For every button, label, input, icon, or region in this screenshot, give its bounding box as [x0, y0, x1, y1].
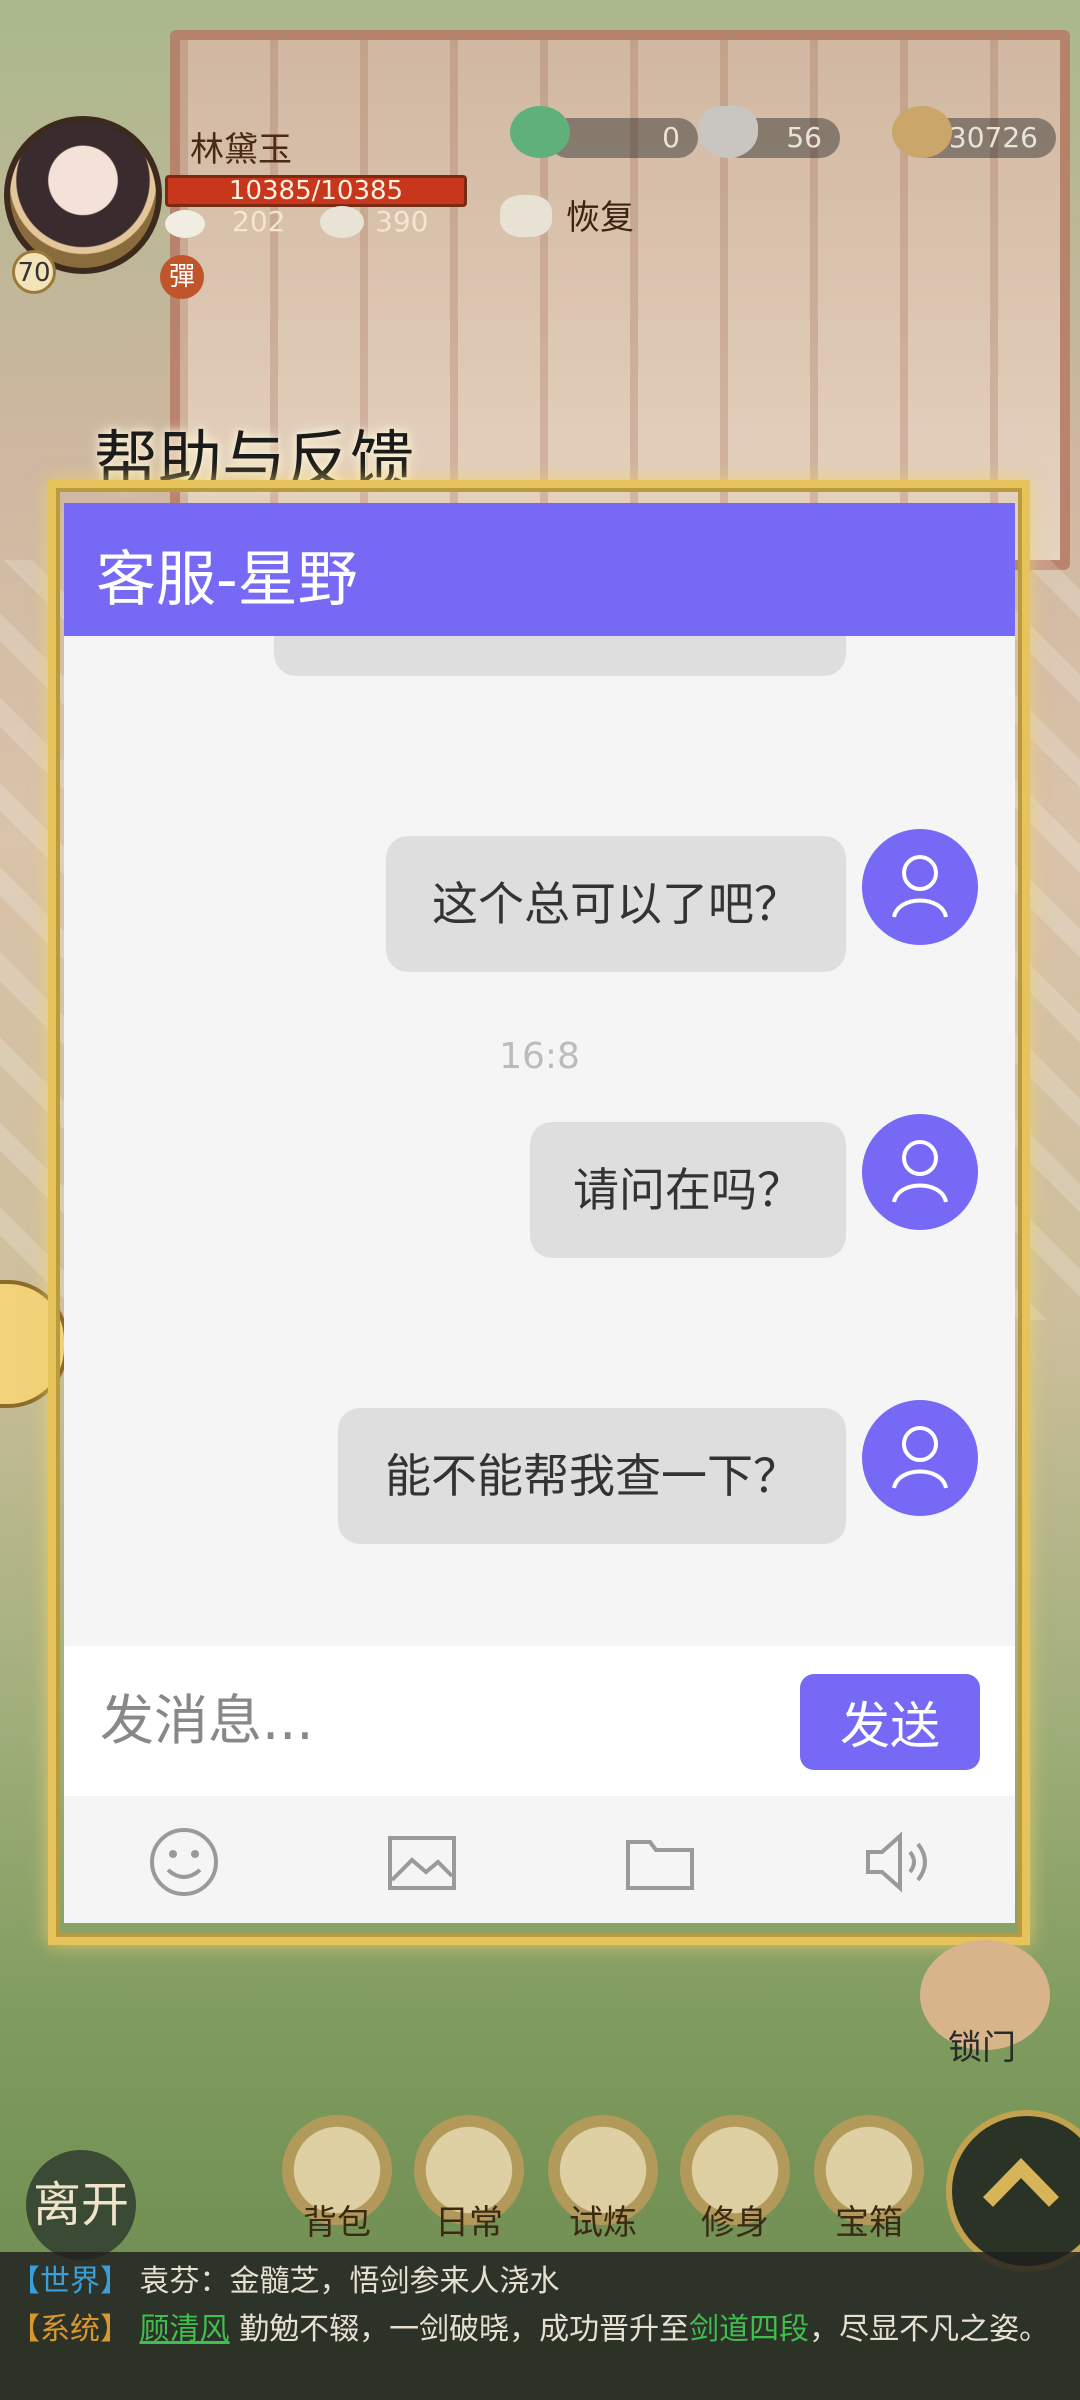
- seal-badge[interactable]: 彈: [160, 255, 204, 299]
- log-line-world: 【世界】 袁芬：金髓芝，悟剑参来人浇水: [10, 2258, 1070, 2306]
- log-text: 勤勉不辍，一剑破晓，成功晋升至: [239, 2312, 690, 2347]
- smile-icon[interactable]: [144, 1822, 224, 1902]
- user-avatar-icon: [862, 1114, 978, 1230]
- message-bubble[interactable]: 这个总可以了吧？: [386, 836, 846, 972]
- user-avatar-icon: [862, 1400, 978, 1516]
- chat-messages[interactable]: 这个总可以了吧？ 16:8 请问在吗？ 能不能帮我查一下？: [64, 636, 1015, 1646]
- message-input-bar: 发送: [64, 1646, 1015, 1796]
- lock-door-label[interactable]: 锁门: [948, 2020, 1016, 2069]
- stat-2-value: 390: [375, 205, 429, 238]
- treasure-box-button-label[interactable]: 宝箱: [814, 2195, 924, 2244]
- player-name: 林黛玉: [190, 130, 292, 170]
- message-bubble[interactable]: 能不能帮我查一下？: [338, 1408, 846, 1544]
- message-bubble[interactable]: 请问在吗？: [530, 1122, 846, 1258]
- log-channel-system: 【系统】: [10, 2312, 130, 2347]
- chat-header-title: 客服-星野: [96, 545, 358, 615]
- chevron-up-icon: [982, 2157, 1060, 2207]
- restore-label[interactable]: 恢复: [566, 190, 634, 239]
- send-button[interactable]: 发送: [800, 1674, 980, 1770]
- chat-header: 客服-星野: [64, 503, 1015, 636]
- trial-button-label[interactable]: 试炼: [548, 2195, 658, 2244]
- stat-1-value: 202: [232, 205, 286, 238]
- message-input[interactable]: [98, 1674, 802, 1766]
- message-timestamp: 16:8: [499, 1036, 580, 1077]
- log-player-name[interactable]: 顾清风: [140, 2312, 230, 2347]
- silver-ingot-icon: [698, 106, 758, 158]
- chat-log[interactable]: 【世界】 袁芬：金髓芝，悟剑参来人浇水 【系统】 顾清风 勤勉不辍，一剑破晓，成…: [0, 2252, 1080, 2400]
- speaker-icon[interactable]: [858, 1822, 938, 1902]
- daily-button-label[interactable]: 日常: [414, 2195, 524, 2244]
- message-bubble-partial: [274, 636, 846, 676]
- log-line-system: 【系统】 顾清风 勤勉不辍，一剑破晓，成功晋升至剑道四段，尽显不凡之姿。: [10, 2306, 1070, 2354]
- leave-button[interactable]: 离开: [26, 2150, 136, 2260]
- resource-1-value: 0: [548, 118, 698, 158]
- coin-icon: [892, 106, 952, 158]
- folder-icon[interactable]: [620, 1822, 700, 1902]
- user-avatar-icon: [862, 829, 978, 945]
- log-channel-world: 【世界】: [10, 2264, 130, 2299]
- expand-arrow-button[interactable]: [946, 2110, 1080, 2272]
- bag-button-label[interactable]: 背包: [282, 2195, 392, 2244]
- chat-toolbar: [64, 1796, 1015, 1923]
- bowl-icon: [165, 210, 205, 238]
- cultivate-button-label[interactable]: 修身: [680, 2195, 790, 2244]
- chat-panel: 客服-星野 这个总可以了吧？ 16:8 请问在吗？ 能不能帮我查一下？ 发送: [64, 503, 1015, 1923]
- bun-icon: [320, 206, 364, 238]
- log-text: 袁芬：金髓芝，悟剑参来人浇水: [139, 2264, 560, 2299]
- player-level-badge: 70: [12, 250, 56, 294]
- log-text: ，尽显不凡之姿。: [809, 2312, 1050, 2347]
- hp-bar: 10385/10385: [165, 175, 467, 207]
- restore-icon[interactable]: [500, 195, 552, 237]
- jade-fish-icon[interactable]: [510, 106, 570, 158]
- image-icon[interactable]: [382, 1822, 462, 1902]
- log-rank: 剑道四段: [689, 2312, 810, 2347]
